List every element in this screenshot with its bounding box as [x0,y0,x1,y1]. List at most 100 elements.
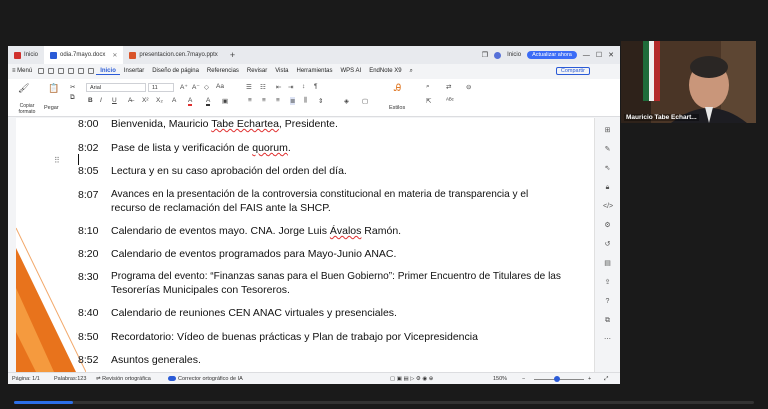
tab-inicio[interactable]: Inicio [8,46,44,64]
save-icon[interactable] [48,68,55,74]
spellcheck-status[interactable]: ⇌ Revisión ortográfica [96,376,151,382]
search-icon[interactable]: ⌕ [406,68,417,75]
settings-sliders-icon[interactable]: ⚙ [603,221,612,230]
maximize-icon[interactable]: ☐ [596,51,602,59]
fit-icon[interactable]: ⤢ [604,376,608,383]
help-icon[interactable]: ? [603,297,612,306]
hamburger-menu[interactable]: ≡ Menú [8,68,36,74]
cursor-icon[interactable]: ⇖ [603,164,612,173]
styles-label[interactable]: Estilos [389,105,405,111]
numbering-icon[interactable]: ☷ [260,83,266,91]
layers-icon[interactable]: ▤ [603,259,612,268]
show-marks-icon[interactable]: ¶ [314,83,318,90]
zoom-in-icon[interactable]: + [588,376,591,382]
zoom-slider-knob[interactable] [554,376,560,382]
font-size-select[interactable]: 11 [148,83,174,92]
user-avatar-icon[interactable] [494,51,502,59]
zoom-level[interactable]: 150% [493,376,507,382]
menu-referencias[interactable]: Referencias [203,68,243,74]
increase-indent-icon[interactable]: ⇥ [288,83,293,91]
find-icon[interactable]: ⌕ [426,83,430,91]
align-right-icon[interactable]: ≡ [276,97,280,104]
undo-icon[interactable] [78,68,85,74]
spellcheck-icon[interactable]: ᴬᴮᶜ [446,97,454,104]
agenda-time: 8:00 [78,118,99,130]
print-icon[interactable] [58,68,65,74]
paste-label[interactable]: Pegar [44,105,59,111]
menu-wps-ai[interactable]: WPS AI [337,68,366,74]
ai-spellcheck-toggle[interactable]: Corrector ortográfico de IA [168,376,243,382]
copy-format-label[interactable]: Copiar formato [12,103,42,115]
change-case-icon[interactable]: Aa [216,83,224,90]
superscript-icon[interactable]: X² [142,97,149,104]
view-mode-icons[interactable]: ▢ ▣ ▤ ▷ ⚙ ◉ ⊕ [390,376,433,382]
more-icon[interactable]: ⊖ [466,83,471,91]
distributed-icon[interactable]: ⫼ [304,97,307,105]
word-count[interactable]: Palabras:123 [54,376,86,382]
strikethrough-icon[interactable]: A̶ [128,97,132,104]
text-effect-icon[interactable]: A [172,97,176,104]
shading-icon[interactable]: ◈ [344,97,349,105]
collapse-icon[interactable]: ⊞ [603,126,612,135]
folder-icon[interactable] [38,68,45,74]
pen-icon[interactable]: ✎ [603,145,612,154]
menu-endnote[interactable]: EndNote X9 [365,68,405,74]
close-icon[interactable]: ✕ [112,52,117,59]
cut-icon[interactable]: ✂ [70,83,75,91]
update-now-button[interactable]: Actualizar ahora [527,51,577,59]
document-page[interactable]: ⠿ 8:00 Bienvenida, Mauricio Tabe Echarte… [16,118,594,372]
menu-revisar[interactable]: Revisar [243,68,271,74]
line-spacing-icon[interactable]: ⇕ [318,97,323,105]
code-icon[interactable]: </> [603,202,613,211]
highlight-icon[interactable]: A [206,97,211,106]
agenda-time: 8:10 [78,225,99,237]
shrink-font-icon[interactable]: A⁻ [192,83,200,91]
sort-icon[interactable]: ↕ [302,83,305,90]
align-center-icon[interactable]: ≡ [262,97,266,104]
underline-icon[interactable]: U [112,97,117,104]
drag-handle-icon[interactable]: ⠿ [54,156,60,165]
redo-icon[interactable] [88,68,95,74]
agenda-text: Programa del evento: “Finanzas sanas par… [111,271,561,282]
share-button[interactable]: Compartir [555,67,590,75]
zoom-out-icon[interactable]: − [522,376,525,382]
align-left-icon[interactable]: ≡ [248,97,252,104]
font-color-icon[interactable]: A [188,97,193,106]
clear-format-icon[interactable]: ◇ [204,83,209,91]
font-name-select[interactable]: Arial [86,83,146,92]
grow-font-icon[interactable]: A⁺ [180,83,188,91]
history-icon[interactable]: ↺ [603,240,612,249]
styles-icon[interactable]: Ꭿ [394,83,401,94]
share-icon[interactable]: ⇪ [603,278,612,287]
menu-inicio[interactable]: Inicio [96,68,120,75]
borders-icon[interactable]: ▢ [362,97,368,105]
new-tab-button[interactable]: + [224,50,241,60]
preview-icon[interactable] [68,68,75,74]
window-icon[interactable]: ❐ [482,51,488,59]
menu-vista[interactable]: Vista [271,68,292,74]
account-label[interactable]: Inicio [507,52,521,58]
menu-herramientas[interactable]: Herramientas [293,68,337,74]
char-shading-icon[interactable]: ▣ [222,97,228,105]
paste-icon[interactable]: 📋 [48,83,59,94]
tab-presentation[interactable]: presentacion.cen.7mayo.pptx [123,46,223,64]
more-icon[interactable]: ⋯ [603,335,612,344]
tab-document[interactable]: odia.7mayo.docx ✕ [44,46,124,64]
select-icon[interactable]: ⇱ [426,97,431,105]
format-painter-icon[interactable]: 🖌 [18,83,29,94]
subscript-icon[interactable]: X₂ [156,97,163,104]
playback-progress[interactable] [14,401,754,404]
replace-icon[interactable]: ⇄ [446,83,451,91]
decrease-indent-icon[interactable]: ⇤ [276,83,281,91]
copy-icon[interactable]: ⧉ [70,94,75,102]
window-close-icon[interactable]: ✕ [608,51,614,59]
lock-icon[interactable]: 🔒︎ [603,183,612,192]
justify-icon[interactable]: ≣ [290,97,296,105]
bold-icon[interactable]: B [88,97,93,104]
menu-diseno[interactable]: Diseño de página [148,68,203,74]
bullets-icon[interactable]: ☰ [246,83,252,91]
minimize-icon[interactable]: — [583,52,590,59]
menu-insertar[interactable]: Insertar [120,68,148,74]
italic-icon[interactable]: I [100,97,102,104]
copy-icon[interactable]: ⧉ [603,316,612,325]
